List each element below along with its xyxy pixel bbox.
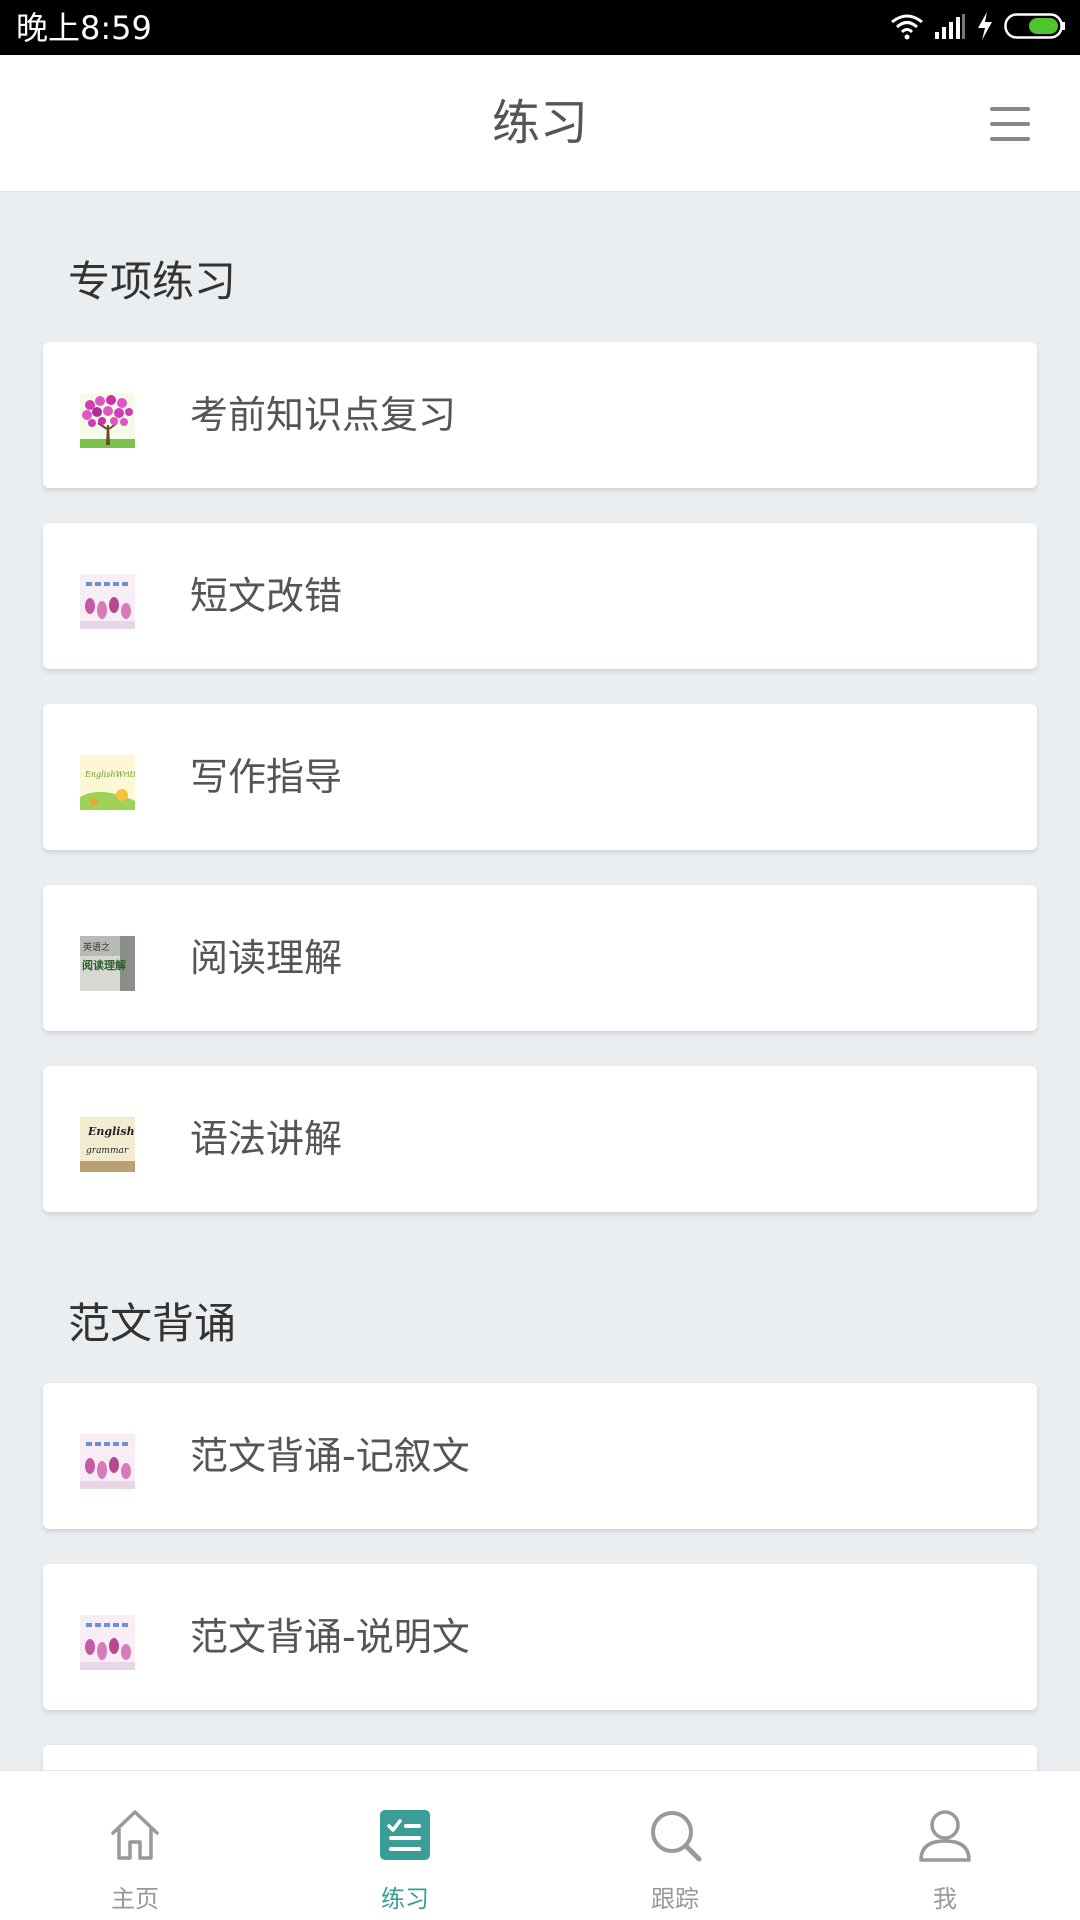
- status-time: 晚上8:59: [16, 9, 152, 47]
- tab-track[interactable]: 跟踪: [540, 1771, 810, 1920]
- list-item-label: 阅读理解: [190, 936, 343, 980]
- tab-label: 练习: [381, 1885, 429, 1913]
- bottom-tab-bar: 主页 练习 跟踪 我: [0, 1770, 1080, 1920]
- list-item-label: 范文背诵-说明文: [190, 1615, 470, 1659]
- practice-icon: [377, 1807, 433, 1863]
- flower-thumbnail: [80, 1615, 135, 1670]
- tab-home[interactable]: 主页: [0, 1771, 270, 1920]
- page-title: 练习: [491, 95, 588, 151]
- status-icons: [880, 12, 1066, 44]
- tab-practice[interactable]: 练习: [270, 1771, 540, 1920]
- grammar-thumbnail-title: English: [87, 1125, 135, 1138]
- tree-thumbnail: [80, 393, 135, 448]
- list-item-label: 写作指导: [190, 755, 343, 799]
- battery-icon: [1004, 12, 1066, 44]
- menu-icon[interactable]: [990, 105, 1030, 145]
- signal-icon: [934, 12, 966, 44]
- charging-icon: [976, 11, 994, 45]
- wifi-icon: [890, 12, 924, 44]
- reading-thumbnail-title: 英语之: [83, 941, 110, 953]
- home-icon: [107, 1807, 163, 1863]
- grammar-thumbnail: English grammar: [80, 1117, 135, 1172]
- search-icon: [647, 1807, 703, 1863]
- list-item-label: 范文背诵-记叙文: [190, 1434, 470, 1478]
- status-bar: 晚上8:59: [0, 0, 1080, 55]
- reading-thumbnail: 英语之 阅读理解: [80, 936, 135, 991]
- section-title-model-essays: 范文背诵: [68, 1299, 237, 1348]
- reading-thumbnail-text: 阅读理解: [82, 958, 126, 972]
- tab-label: 我: [933, 1885, 957, 1913]
- flower-thumbnail: [80, 1434, 135, 1489]
- list-item-label: 语法讲解: [190, 1117, 343, 1161]
- list-item-label: 考前知识点复习: [190, 393, 457, 437]
- writing-thumbnail: EnglishWriting: [80, 755, 135, 810]
- app-header: 练习: [0, 55, 1080, 192]
- list-item-exam-review[interactable]: 考前知识点复习: [43, 342, 1037, 488]
- tab-label: 跟踪: [651, 1885, 699, 1913]
- grammar-thumbnail-text: grammar: [86, 1146, 129, 1156]
- user-icon: [917, 1807, 973, 1863]
- list-item-expository[interactable]: 范文背诵-说明文: [43, 1564, 1037, 1710]
- list-item-narrative[interactable]: 范文背诵-记叙文: [43, 1383, 1037, 1529]
- list-item-label: 短文改错: [190, 574, 343, 618]
- list-item-error-correction[interactable]: 短文改错: [43, 523, 1037, 669]
- list-item-reading[interactable]: 英语之 阅读理解 阅读理解: [43, 885, 1037, 1031]
- tab-me[interactable]: 我: [810, 1771, 1080, 1920]
- flower-thumbnail: [80, 574, 135, 629]
- section-title-special-practice: 专项练习: [68, 257, 237, 306]
- writing-thumbnail-text: EnglishWriting: [84, 770, 135, 779]
- list-item-grammar[interactable]: English grammar 语法讲解: [43, 1066, 1037, 1212]
- list-item-writing-guide[interactable]: EnglishWriting 写作指导: [43, 704, 1037, 850]
- tab-label: 主页: [111, 1885, 159, 1913]
